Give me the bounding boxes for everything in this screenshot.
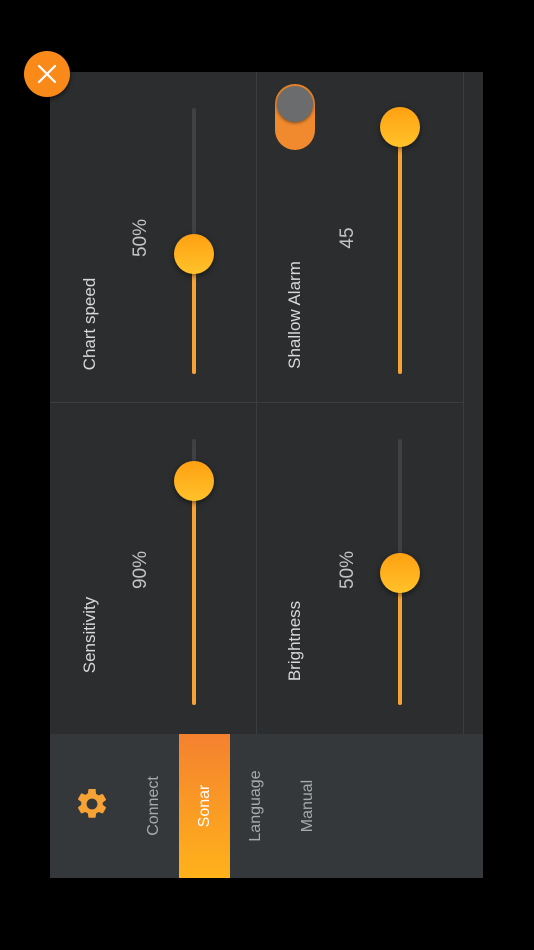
nav-item-manual-label: Manual — [298, 779, 316, 833]
shallow-alarm-toggle-knob — [277, 86, 313, 122]
chart-speed-slider-thumb[interactable] — [174, 234, 214, 274]
shallow-alarm-value: 45 — [337, 227, 358, 249]
sensitivity-slider-fill — [192, 481, 196, 705]
nav-item-connect[interactable]: Connect — [128, 734, 179, 878]
chart-speed-title: Chart speed — [80, 277, 99, 371]
brightness-value: 50% — [337, 550, 358, 590]
sensitivity-slider-thumb[interactable] — [174, 461, 214, 501]
nav-item-language-label: Language — [246, 770, 264, 842]
shallow-alarm-toggle[interactable] — [275, 84, 315, 150]
brightness-title: Brightness — [285, 600, 304, 682]
shallow-alarm-slider-thumb[interactable] — [380, 107, 420, 147]
gear-icon — [74, 786, 110, 822]
settings-nav: Connect Sonar Language Manual — [50, 734, 483, 878]
shallow-alarm-setting: Shallow Alarm 45 — [257, 72, 463, 402]
close-icon — [37, 64, 57, 84]
chart-speed-setting: Chart speed 50% — [50, 72, 256, 402]
brightness-slider-thumb[interactable] — [380, 553, 420, 593]
nav-item-sonar[interactable]: Sonar — [179, 734, 230, 878]
brightness-setting: Brightness 50% — [257, 403, 463, 734]
close-button[interactable] — [24, 51, 70, 97]
grid-divider-right-edge — [463, 72, 464, 734]
grid-divider-vertical — [256, 72, 257, 734]
nav-item-sonar-label: Sonar — [195, 784, 213, 828]
nav-item-language[interactable]: Language — [230, 734, 281, 878]
nav-item-connect-label: Connect — [144, 776, 162, 836]
sensitivity-value: 90% — [130, 550, 151, 590]
sensitivity-title: Sensitivity — [80, 596, 99, 674]
settings-panel: Chart speed 50% Sensitivity 90% Shallow … — [50, 72, 483, 878]
sensitivity-setting: Sensitivity 90% — [50, 403, 256, 734]
shallow-alarm-title: Shallow Alarm — [285, 261, 304, 369]
chart-speed-value: 50% — [130, 218, 151, 258]
nav-item-manual[interactable]: Manual — [282, 734, 333, 878]
shallow-alarm-slider-fill[interactable] — [398, 128, 402, 374]
